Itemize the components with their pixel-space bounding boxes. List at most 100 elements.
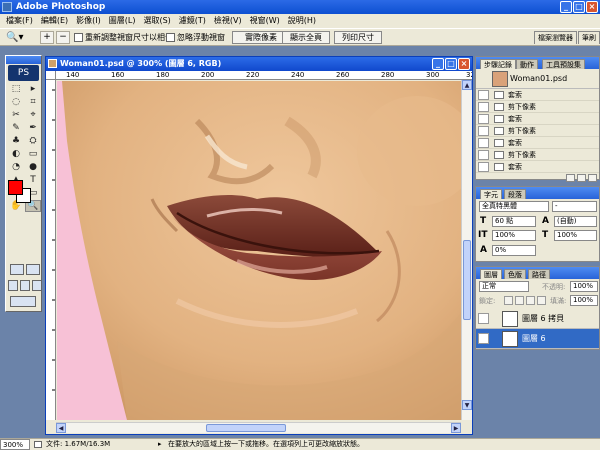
menu-layer[interactable]: 圖層(L) [105,14,140,28]
vertical-scrollbar[interactable]: ▲ ▼ [461,80,472,420]
vertical-scale-field[interactable]: 100% [492,230,536,241]
minimize-button[interactable]: _ [560,1,572,13]
history-source-checkbox[interactable] [478,102,489,112]
visibility-eye-icon[interactable] [478,333,489,344]
history-source-checkbox[interactable] [478,90,489,100]
history-step[interactable]: 剪下像素 [476,149,599,161]
fill-field[interactable]: 100% [570,295,598,306]
history-snapshot[interactable]: Woman01.psd [476,69,599,89]
history-source-checkbox[interactable] [478,162,489,172]
foreground-color-swatch[interactable] [8,180,23,195]
document-size-readout[interactable]: 文件: 1.67M/16.3M [46,439,110,450]
opacity-field[interactable]: 100% [570,281,598,292]
horizontal-ruler[interactable]: 140 160 180 200 220 240 260 280 300 320 [56,71,472,80]
blend-mode-select[interactable]: 正常 [479,281,529,292]
marquee-tool-icon[interactable]: ⬚ [8,83,24,95]
lock-image-icon[interactable] [515,296,524,305]
tab-file-browser[interactable]: 檔案瀏覽器 [534,31,577,44]
slice-tool-icon[interactable]: ⌖ [25,109,41,121]
zoom-in-button[interactable]: + [40,31,54,44]
magic-wand-tool-icon[interactable]: ⌗ [25,96,41,108]
horizontal-scrollbar[interactable]: ◀ ▶ [56,422,461,433]
maximize-button[interactable]: □ [573,1,585,13]
document-titlebar[interactable]: Woman01.psd @ 300% (圖層 6, RGB) _ □ × [46,57,472,71]
tab-paths[interactable]: 路徑 [528,269,550,279]
tab-character[interactable]: 字元 [480,189,502,199]
font-family-select[interactable]: 全真特黑體 [479,201,549,212]
trash-icon[interactable] [588,174,597,182]
type-tool-icon[interactable]: T [25,174,41,186]
dodge-tool-icon[interactable]: ● [25,161,41,173]
history-step[interactable]: 套索 [476,89,599,101]
blur-tool-icon[interactable]: ◔ [8,161,24,173]
history-source-checkbox[interactable] [478,138,489,148]
history-source-checkbox[interactable] [478,114,489,124]
quick-mask-mode-icon[interactable] [26,264,40,275]
move-tool-icon[interactable]: ▸ [25,83,41,95]
lock-position-icon[interactable] [526,296,535,305]
tab-paragraph[interactable]: 段落 [504,189,526,199]
scroll-down-arrow-icon[interactable]: ▼ [462,400,472,410]
baseline-shift-field[interactable]: 0% [492,245,536,256]
vertical-ruler[interactable] [46,80,56,420]
menu-view[interactable]: 檢視(V) [210,14,246,28]
standard-mode-icon[interactable] [10,264,24,275]
layer-row-layer6[interactable]: 圖層 6 [476,329,599,349]
menu-file[interactable]: 檔案(F) [2,14,37,28]
tools-panel-header[interactable] [6,56,41,64]
scroll-left-arrow-icon[interactable]: ◀ [56,423,66,433]
menu-select[interactable]: 選取(S) [139,14,174,28]
history-step[interactable]: 剪下像素 [476,101,599,113]
healing-brush-tool-icon[interactable]: ✎ [8,122,24,134]
history-step[interactable]: 套索 [476,137,599,149]
history-step[interactable]: 套索 [476,113,599,125]
tab-brushes[interactable]: 筆刷 [578,31,600,44]
zoom-tool-preset-icon[interactable]: 🔍▾ [6,31,30,44]
doc-minimize-button[interactable]: _ [432,58,444,70]
menu-help[interactable]: 說明(H) [284,14,320,28]
history-brush-tool-icon[interactable]: ⛭ [25,135,41,147]
history-source-checkbox[interactable] [478,150,489,160]
doc-maximize-button[interactable]: □ [445,58,457,70]
menu-window[interactable]: 視窗(W) [246,14,284,28]
horizontal-scroll-thumb[interactable] [206,424,286,432]
brush-tool-icon[interactable]: ✒ [25,122,41,134]
resize-windows-checkbox[interactable]: 重新調整視窗尺寸以相合 [74,31,173,44]
full-screen-menu-icon[interactable] [20,280,30,291]
lock-all-icon[interactable] [537,296,546,305]
ruler-origin[interactable] [46,71,56,80]
new-snapshot-icon[interactable] [577,174,586,182]
menu-filter[interactable]: 濾鏡(T) [175,14,210,28]
image-canvas[interactable] [57,81,462,420]
history-step[interactable]: 剪下像素 [476,125,599,137]
status-menu-arrow-icon[interactable]: ▸ [158,439,162,450]
vertical-scroll-thumb[interactable] [463,240,471,320]
photoshop-feather-icon[interactable]: PS [8,65,39,81]
leading-field[interactable]: (自動) [554,216,597,227]
standard-screen-icon[interactable] [8,280,18,291]
tab-actions[interactable]: 動作 [516,59,538,69]
horizontal-scale-field[interactable]: 100% [554,230,597,241]
tab-history[interactable]: 步驟記錄 [480,59,516,69]
menu-image[interactable]: 影像(I) [72,14,105,28]
crop-tool-icon[interactable]: ✂ [8,109,24,121]
tab-channels[interactable]: 色版 [504,269,526,279]
doc-close-button[interactable]: × [458,58,470,70]
zoom-level-field[interactable]: 300% [0,439,30,450]
clone-stamp-tool-icon[interactable]: ♣ [8,135,24,147]
lasso-tool-icon[interactable]: ◌ [8,96,24,108]
jump-to-imageready-icon[interactable] [10,296,36,307]
visibility-eye-icon[interactable] [478,313,489,324]
font-size-field[interactable]: 60 點 [492,216,536,227]
scroll-right-arrow-icon[interactable]: ▶ [451,423,461,433]
ignore-palettes-checkbox[interactable]: 忽略浮動視窗 [166,31,225,44]
tab-layers[interactable]: 圖層 [480,269,502,279]
zoom-out-button[interactable]: − [56,31,70,44]
font-style-select[interactable]: - [552,201,597,212]
print-size-button[interactable]: 列印尺寸 [334,31,382,44]
tab-tool-presets[interactable]: 工具預設集 [542,59,585,69]
fit-screen-button[interactable]: 顯示全頁 [282,31,330,44]
gradient-tool-icon[interactable]: ▭ [25,148,41,160]
close-button[interactable]: × [586,1,598,13]
eraser-tool-icon[interactable]: ◐ [8,148,24,160]
